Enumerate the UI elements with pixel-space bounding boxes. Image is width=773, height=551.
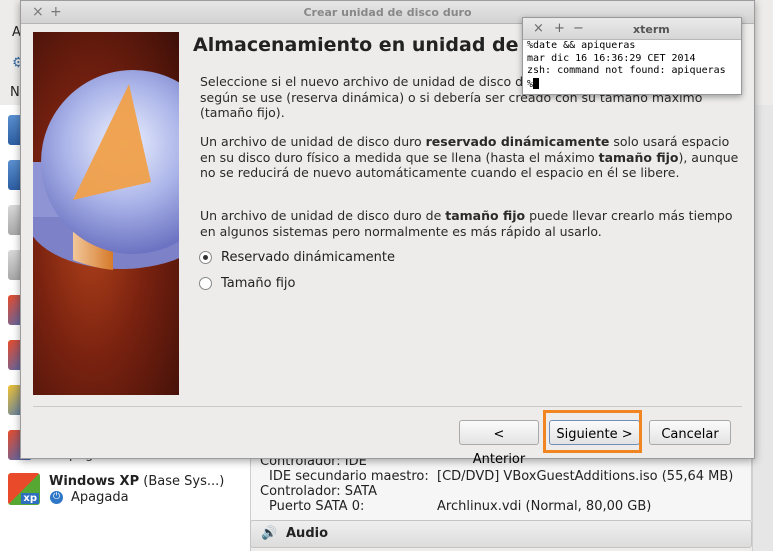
- radio-dynamic-label[interactable]: Reservado dinámicamente: [221, 250, 395, 265]
- speaker-icon: 🔊: [261, 526, 278, 541]
- terminal-line: zsh: command not found: apiqueras: [527, 65, 726, 76]
- disk-illustration: [33, 32, 179, 395]
- bold-text: tamaño fijo: [445, 208, 526, 223]
- audio-label: Audio: [286, 526, 329, 541]
- radio-fixed-option[interactable]: Tamaño fijo: [199, 276, 295, 291]
- back-button[interactable]: < Anterior: [459, 420, 539, 467]
- fixed-description: Un archivo de unidad de disco duro de ta…: [200, 208, 745, 239]
- vm-name: Windows XP: [49, 474, 140, 489]
- windows-xp-icon[interactable]: xp: [8, 473, 40, 505]
- xterm-title: xterm: [633, 23, 670, 36]
- maximize-icon[interactable]: +: [554, 21, 565, 36]
- text: Un archivo de unidad de disco duro de: [200, 208, 446, 223]
- terminal-cursor: [533, 77, 540, 89]
- xp-badge: xp: [21, 493, 39, 504]
- page-title: Almacenamiento en unidad de: [193, 34, 519, 56]
- terminal-line: mar dic 16 16:36:29 CET 2014: [527, 52, 696, 64]
- vm-state: Apagada: [71, 490, 129, 505]
- storage-sata-value: Archlinux.vdi (Normal, 80,00 GB): [437, 499, 652, 514]
- storage-ide-label: IDE secundario maestro:: [269, 469, 429, 484]
- bold-text: reservado dinámicamente: [425, 134, 610, 149]
- power-off-icon: ⏻: [50, 491, 63, 504]
- dynamic-description: Un archivo de unidad de disco duro reser…: [200, 134, 745, 181]
- terminal-output[interactable]: %date && apiqueras mar dic 16 16:36:29 C…: [527, 40, 737, 91]
- disk-pie-icon: [33, 70, 179, 270]
- divider: [33, 406, 742, 407]
- radio-fixed[interactable]: [199, 277, 212, 290]
- radio-dynamic[interactable]: [199, 251, 212, 264]
- xterm-window[interactable]: × + − xterm %date && apiqueras mar dic 1…: [522, 17, 742, 95]
- vm-snapshot: (Base Sys...): [139, 474, 225, 489]
- bold-text: tamaño fijo: [598, 149, 679, 165]
- audio-section-header[interactable]: 🔊 Audio: [250, 520, 752, 548]
- radio-fixed-label[interactable]: Tamaño fijo: [221, 276, 295, 291]
- text: Un archivo de unidad de disco duro: [200, 134, 426, 149]
- cancel-button[interactable]: Cancelar: [649, 420, 731, 445]
- vm-list-item-windows-xp[interactable]: Windows XP (Base Sys...): [49, 474, 224, 489]
- next-button-highlight: [543, 410, 642, 453]
- intro-text-1: Seleccione si el nuevo archivo de unidad…: [200, 74, 524, 89]
- storage-sata-label: Puerto SATA 0:: [269, 499, 365, 514]
- storage-controller-sata: Controlador: SATA: [260, 484, 377, 499]
- terminal-line: %date && apiqueras: [527, 40, 636, 51]
- toolbar-label-partial: N: [10, 85, 20, 100]
- close-icon[interactable]: ×: [533, 21, 544, 36]
- minimize-icon[interactable]: −: [573, 21, 584, 36]
- details-scrollbar[interactable]: [752, 105, 773, 551]
- xterm-titlebar[interactable]: × + − xterm: [523, 18, 741, 40]
- radio-dynamic-option[interactable]: Reservado dinámicamente: [199, 250, 395, 265]
